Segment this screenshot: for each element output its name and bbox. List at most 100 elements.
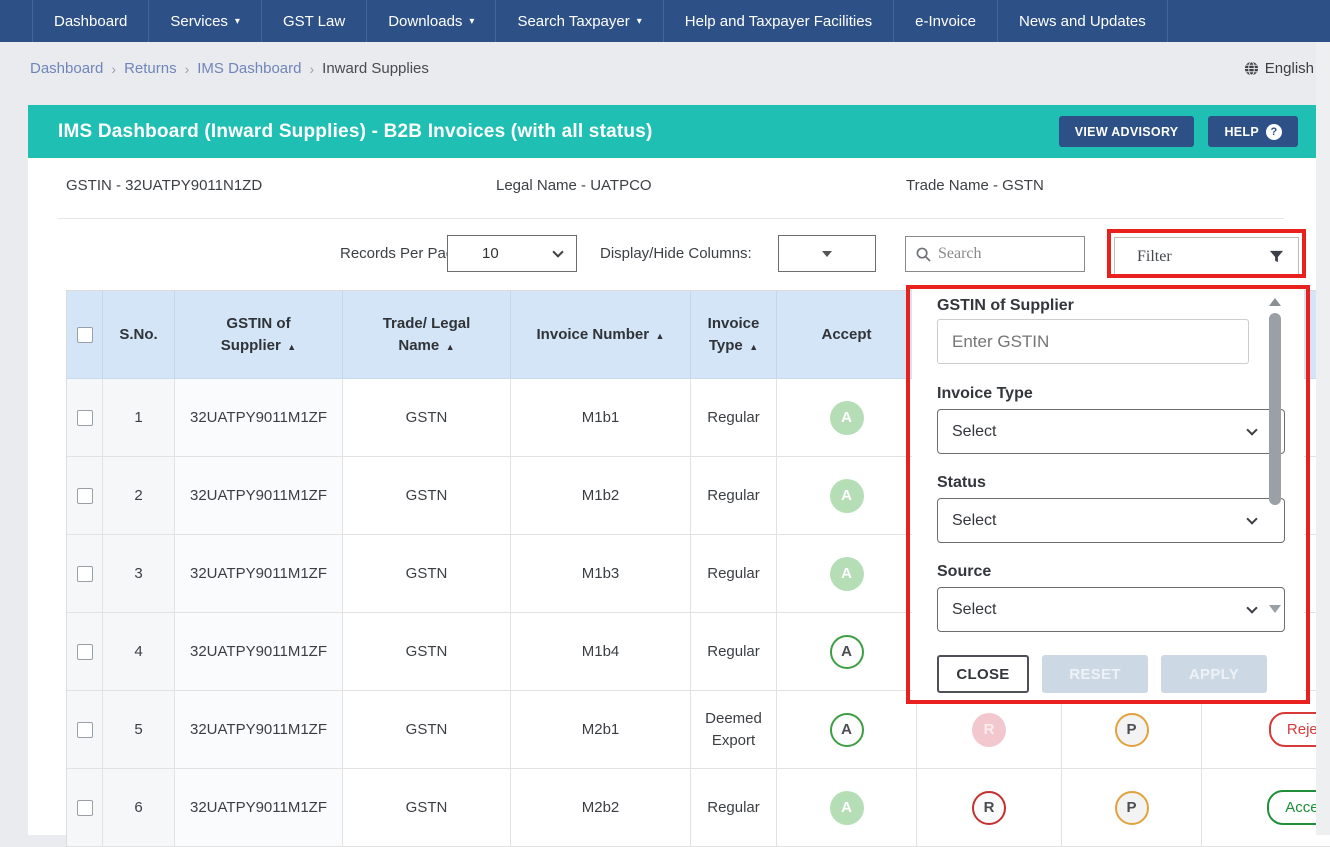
nav-item-downloads[interactable]: Downloads ▾ [367,0,497,42]
sort-asc-icon: ▲ [653,330,665,341]
row-checkbox[interactable] [76,487,93,504]
nav-item-news-and-updates[interactable]: News and Updates [998,0,1168,42]
accept-badge[interactable]: A [829,712,864,747]
scroll-down-icon[interactable] [1269,605,1281,613]
cell-pending: P [1062,691,1202,769]
nav-item-gst-law[interactable]: GST Law [262,0,368,42]
cell-trade-name: GSTN [343,457,511,535]
column-header-accept: Accept [777,291,917,379]
cell-invoice-type: Regular [691,613,777,691]
breadcrumb-link-ims-dashboard[interactable]: IMS Dashboard [197,60,301,77]
accept-badge[interactable]: A [829,790,864,825]
nav-item-e-invoice[interactable]: e-Invoice [894,0,998,42]
cell-trade-name: GSTN [343,535,511,613]
cell-sno: 3 [103,535,175,613]
nav-item-services[interactable]: Services ▾ [149,0,262,42]
row-checkbox-cell [67,691,103,769]
records-per-page-select[interactable]: 10 [447,235,577,272]
filter-source-select[interactable]: Select [937,587,1285,632]
breadcrumb-link-dashboard[interactable]: Dashboard [30,60,103,77]
reject-badge[interactable]: R [972,790,1006,825]
row-checkbox[interactable] [76,409,93,426]
scroll-up-icon[interactable] [1269,298,1281,306]
filter-gstin-label: GSTIN of Supplier [937,297,1074,314]
view-advisory-button[interactable]: VIEW ADVISORY [1058,116,1195,147]
row-checkbox-cell [67,535,103,613]
column-header-trade-legal-name[interactable]: Trade/ Legal Name ▲ [343,291,511,379]
filter-status-label: Status [937,474,986,491]
pending-badge[interactable]: P [1114,790,1149,825]
column-header-gstin-of-supplier[interactable]: GSTIN of Supplier ▲ [175,291,343,379]
filter-invoice-type-select[interactable]: Select [937,409,1285,454]
chevron-down-icon [552,245,564,258]
filter-button[interactable]: Filter [1114,237,1299,276]
display-hide-columns-select[interactable] [778,235,876,272]
row-checkbox[interactable] [76,643,93,660]
filter-invoice-type-label: Invoice Type [937,385,1033,402]
search-input[interactable]: Search [905,236,1085,272]
chevron-down-icon [1246,601,1258,614]
language-selector[interactable]: English [1244,60,1314,77]
accept-badge[interactable]: A [829,478,864,513]
cell-gstin: 32UATPY9011M1ZF [175,457,343,535]
cell-sno: 2 [103,457,175,535]
column-header-label: Invoice Type ▲ [707,314,760,354]
cell-gstin: 32UATPY9011M1ZF [175,691,343,769]
filter-close-button[interactable]: CLOSE [937,655,1029,693]
cell-sno: 6 [103,769,175,847]
row-checkbox[interactable] [76,721,93,738]
cell-invoice-number: M1b3 [511,535,691,613]
cell-trade-name: GSTN [343,613,511,691]
help-button[interactable]: HELP ? [1208,116,1298,147]
cell-invoice-type: Regular [691,379,777,457]
row-checkbox[interactable] [76,565,93,582]
cell-reject: R [917,691,1062,769]
cell-invoice-number: M2b2 [511,769,691,847]
column-header-invoice-type[interactable]: Invoice Type ▲ [691,291,777,379]
row-checkbox-cell [67,379,103,457]
pending-badge[interactable]: P [1114,712,1149,747]
cell-invoice-number: M1b4 [511,613,691,691]
cell-gstin: 32UATPY9011M1ZF [175,535,343,613]
globe-icon [1244,61,1258,76]
breadcrumb-separator: › [111,60,117,77]
select-all-checkbox[interactable] [76,326,93,343]
reject-badge[interactable]: R [972,712,1006,747]
caret-down-icon: ▾ [636,15,642,27]
cell-accept: A [777,613,917,691]
cell-invoice-number: M2b1 [511,691,691,769]
accept-badge[interactable]: A [829,400,864,435]
caret-down-icon [822,250,832,257]
cell-reject: R [917,769,1062,847]
nav-item-dashboard[interactable]: Dashboard [32,0,150,42]
filter-apply-button[interactable]: APPLY [1161,655,1267,693]
sort-asc-icon: ▲ [746,341,759,352]
nav-item-help-and-taxpayer-facilities[interactable]: Help and Taxpayer Facilities [664,0,895,42]
filter-gstin-input[interactable] [937,319,1249,364]
column-header-invoice-number[interactable]: Invoice Number ▲ [511,291,691,379]
cell-invoice-type: Regular [691,769,777,847]
page-gutter [1316,42,1330,835]
accept-badge[interactable]: A [829,556,864,591]
filter-reset-button[interactable]: RESET [1042,655,1148,693]
breadcrumb-link-returns[interactable]: Returns [124,60,177,77]
breadcrumb: Dashboard › Returns › IMS Dashboard › Inward S… [0,42,1330,95]
taxpayer-trade-name: Trade Name - GSTN [906,177,1044,194]
page-title-bar: IMS Dashboard (Inward Supplies) - B2B In… [28,105,1316,158]
cell-trade-name: GSTN [343,691,511,769]
filter-funnel-icon [1269,250,1284,263]
filter-status-select[interactable]: Select [937,498,1285,543]
cell-invoice-number: M1b1 [511,379,691,457]
sort-asc-icon: ▲ [284,341,297,352]
row-checkbox[interactable] [76,799,93,816]
scrollbar-thumb[interactable] [1269,313,1281,505]
accept-badge[interactable]: A [829,634,864,669]
nav-item-search-taxpayer[interactable]: Search Taxpayer ▾ [496,0,664,42]
cell-invoice-type: Deemed Export [691,691,777,769]
cell-invoice-type: Regular [691,535,777,613]
top-nav: Dashboard Services ▾ GST Law Downloads ▾ Searc… [0,0,1330,42]
cell-pending: P [1062,769,1202,847]
chevron-down-icon [1246,512,1258,525]
search-icon [916,247,931,262]
cell-invoice-number: M1b2 [511,457,691,535]
